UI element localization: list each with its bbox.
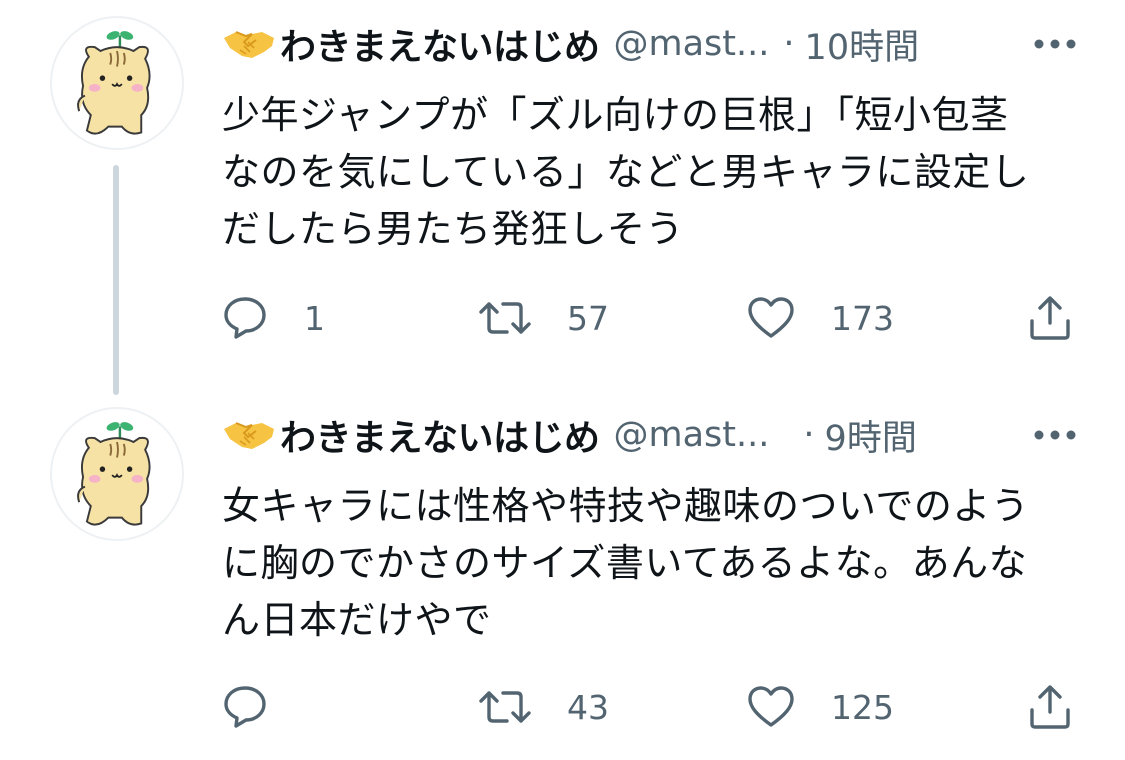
heart-icon <box>748 297 794 338</box>
timestamp[interactable]: 10時間 <box>805 19 920 70</box>
thread-line <box>113 165 119 395</box>
tweet-text-line: に胸のでかさのサイズ書いてあるよな。あんな <box>222 541 1028 585</box>
reply-bubble-icon <box>224 297 266 339</box>
tweet-header: わきまえないはじめ @mast... · 9時間 <box>222 405 1077 465</box>
reply-button[interactable] <box>222 679 304 735</box>
more-dots-icon[interactable] <box>1033 38 1077 50</box>
retweet-arrows-icon <box>479 691 531 723</box>
tweet[interactable]: わきまえないはじめ @mast... · 10時間 少年ジャンプが「ズル向けの巨… <box>0 0 1125 395</box>
tweet-text-line: 女キャラには性格や特技や趣味のついでのよう <box>222 484 1030 528</box>
user-handle[interactable]: @mast... <box>614 415 770 455</box>
hamster-avatar-icon <box>52 409 182 539</box>
tweet-text-line: 少年ジャンプが「ズル向けの巨根」「短小包茎 <box>222 93 1009 137</box>
heart-icon <box>748 686 794 727</box>
reply-count: 1 <box>304 298 325 338</box>
tweet-actions: 1 57 173 <box>222 290 1082 346</box>
like-button[interactable]: 125 <box>747 679 894 735</box>
tweet-actions: 43 125 <box>222 679 1082 735</box>
display-name[interactable]: わきまえないはじめ <box>280 409 600 461</box>
separator-dot: · <box>803 415 815 455</box>
tweet-header: わきまえないはじめ @mast... · 10時間 <box>222 14 1077 74</box>
reply-bubble-icon <box>224 686 266 728</box>
tweet-text: 少年ジャンプが「ズル向けの巨根」「短小包茎 なのを気にしている」などと男キャラに… <box>222 87 1072 258</box>
like-button[interactable]: 173 <box>747 290 894 346</box>
tweet-text-line: ん日本だけやで <box>222 598 492 642</box>
share-button[interactable] <box>1027 679 1073 735</box>
avatar[interactable] <box>50 407 184 541</box>
handshake-icon <box>224 422 274 449</box>
user-handle[interactable]: @mast... <box>614 24 770 64</box>
like-count: 173 <box>831 298 894 338</box>
timestamp[interactable]: 9時間 <box>825 410 917 461</box>
retweet-count: 57 <box>567 298 609 338</box>
retweet-button[interactable]: 57 <box>479 290 609 346</box>
retweet-count: 43 <box>567 687 609 727</box>
handshake-icon <box>224 31 274 58</box>
more-dots-icon[interactable] <box>1033 429 1077 441</box>
share-upload-icon <box>1030 685 1070 729</box>
like-count: 125 <box>831 687 894 727</box>
tweet-text-line: だしたら男たち発狂しそう <box>222 207 685 251</box>
retweet-button[interactable]: 43 <box>479 679 609 735</box>
display-name[interactable]: わきまえないはじめ <box>280 18 600 70</box>
hamster-avatar-icon <box>52 18 182 148</box>
tweet-text: 女キャラには性格や特技や趣味のついでのよう に胸のでかさのサイズ書いてあるよな。… <box>222 478 1072 649</box>
avatar[interactable] <box>50 16 184 150</box>
separator-dot: · <box>783 24 795 64</box>
tweet[interactable]: わきまえないはじめ @mast... · 9時間 女キャラには性格や特技や趣味の… <box>0 395 1125 760</box>
tweet-text-line: なのを気にしている」などと男キャラに設定し <box>222 150 1030 194</box>
reply-button[interactable]: 1 <box>222 290 325 346</box>
retweet-arrows-icon <box>479 302 531 334</box>
share-button[interactable] <box>1027 290 1073 346</box>
share-upload-icon <box>1030 296 1070 340</box>
